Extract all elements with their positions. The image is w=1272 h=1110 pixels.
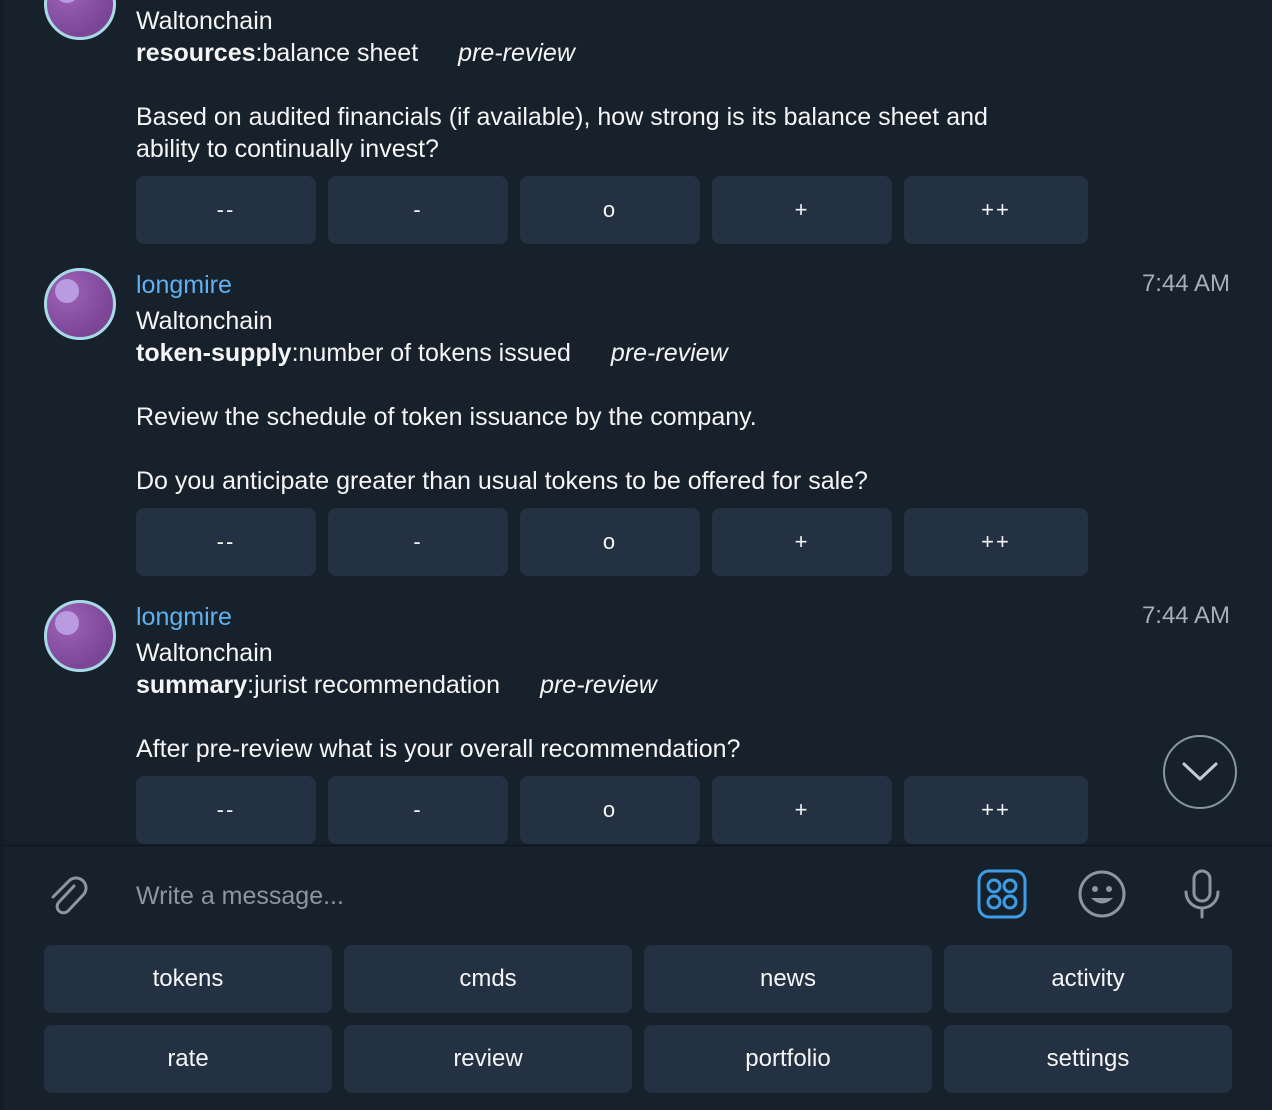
- vote-minus-button[interactable]: -: [328, 776, 508, 844]
- message-text: Review the schedule of token issuance by…: [136, 403, 757, 431]
- message: longmire Waltonchain token-supply:number…: [136, 269, 1236, 497]
- vote-double-plus-button[interactable]: ++: [904, 176, 1088, 244]
- vote-plus-button[interactable]: +: [712, 776, 892, 844]
- paperclip-icon: [51, 876, 88, 915]
- topic-category: summary: [136, 671, 248, 699]
- avatar[interactable]: [44, 600, 116, 672]
- keyboard-button-review[interactable]: review: [344, 1025, 632, 1093]
- message-text: Based on audited financials (if availabl…: [136, 103, 988, 131]
- message-text: After pre-review what is your overall re…: [136, 735, 741, 763]
- topic-subject: balance sheet: [262, 39, 419, 67]
- topic-category: token-supply: [136, 339, 292, 367]
- bot-keyboard-icon: [977, 869, 1027, 919]
- project-name: Waltonchain: [136, 7, 273, 35]
- chevron-down-icon: [1182, 762, 1218, 781]
- avatar[interactable]: [44, 0, 116, 40]
- microphone-icon: [1184, 869, 1220, 919]
- keyboard-button-activity[interactable]: activity: [944, 945, 1232, 1013]
- keyboard-button-portfolio[interactable]: portfolio: [644, 1025, 932, 1093]
- message-text: Do you anticipate greater than usual tok…: [136, 467, 868, 495]
- vote-buttons: -- - o + ++: [136, 176, 1088, 244]
- keyboard-button-rate[interactable]: rate: [44, 1025, 332, 1093]
- keyboard-button-cmds[interactable]: cmds: [344, 945, 632, 1013]
- bot-keyboard-button[interactable]: [976, 868, 1028, 920]
- keyboard-button-tokens[interactable]: tokens: [44, 945, 332, 1013]
- vote-neutral-button[interactable]: o: [520, 776, 700, 844]
- message: longmire Waltonchain summary:jurist reco…: [136, 601, 1236, 765]
- vote-plus-button[interactable]: +: [712, 176, 892, 244]
- message-text: ability to continually invest?: [136, 135, 439, 163]
- stage-tag: pre-review: [610, 339, 728, 367]
- vote-double-plus-button[interactable]: ++: [904, 508, 1088, 576]
- avatar[interactable]: [44, 268, 116, 340]
- keyboard-button-settings[interactable]: settings: [944, 1025, 1232, 1093]
- topic-line: summary:jurist recommendation pre-review: [136, 669, 1236, 701]
- emoji-icon: [1078, 870, 1126, 918]
- attach-button[interactable]: [44, 872, 92, 920]
- message: Waltonchain resources:balance sheet pre-r…: [136, 5, 1236, 165]
- vote-buttons: -- - o + ++: [136, 508, 1088, 576]
- vote-double-minus-button[interactable]: --: [136, 776, 316, 844]
- topic-line: token-supply:number of tokens issued pre-…: [136, 337, 1236, 369]
- vote-plus-button[interactable]: +: [712, 508, 892, 576]
- vote-buttons: -- - o + ++: [136, 776, 1088, 844]
- vote-double-plus-button[interactable]: ++: [904, 776, 1088, 844]
- separator: :: [291, 339, 299, 367]
- message-time: 7:44 AM: [1141, 270, 1230, 297]
- author-name[interactable]: longmire: [136, 269, 1236, 301]
- scroll-down-button[interactable]: [1163, 735, 1237, 809]
- vote-double-minus-button[interactable]: --: [136, 176, 316, 244]
- project-name: Waltonchain: [136, 307, 273, 335]
- stage-tag: pre-review: [540, 671, 657, 699]
- author-name[interactable]: longmire: [136, 601, 1236, 633]
- vote-double-minus-button[interactable]: --: [136, 508, 316, 576]
- voice-button[interactable]: [1176, 868, 1228, 920]
- vote-minus-button[interactable]: -: [328, 508, 508, 576]
- vote-neutral-button[interactable]: o: [520, 176, 700, 244]
- project-name: Waltonchain: [136, 639, 273, 667]
- topic-subject: number of tokens issued: [298, 339, 571, 367]
- composer: tokens cmds news activity rate review po…: [4, 845, 1272, 1110]
- topic-line: resources:balance sheet pre-review: [136, 37, 1236, 69]
- message-input[interactable]: [136, 874, 936, 918]
- emoji-button[interactable]: [1076, 868, 1128, 920]
- keyboard-button-news[interactable]: news: [644, 945, 932, 1013]
- topic-subject: jurist recommendation: [254, 671, 501, 699]
- message-list[interactable]: Waltonchain resources: balance sheet pre-r…: [0, 0, 1272, 845]
- vote-neutral-button[interactable]: o: [520, 508, 700, 576]
- topic-category: resources: [136, 39, 256, 67]
- vote-minus-button[interactable]: -: [328, 176, 508, 244]
- stage-tag: pre-review: [458, 39, 575, 67]
- message-time: 7:44 AM: [1141, 602, 1230, 629]
